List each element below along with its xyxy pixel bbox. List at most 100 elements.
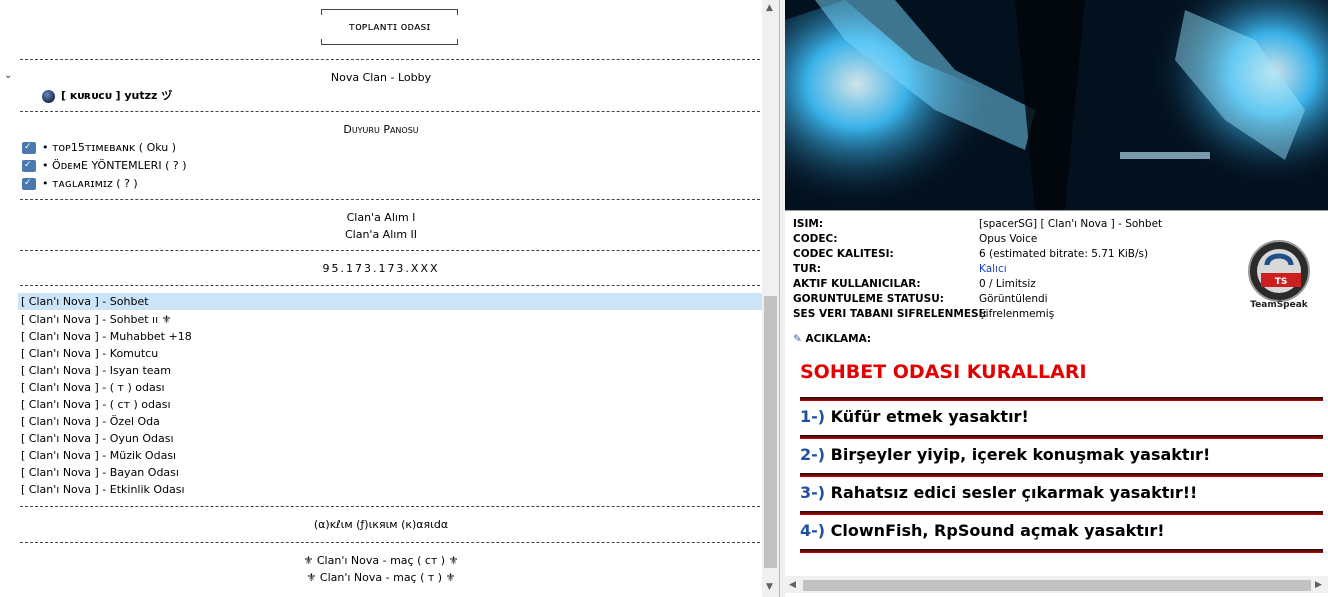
channel-duyuru-2[interactable]: • ÖᴅᴇᴍE YÖNTEMLERI ( ? ) xyxy=(22,157,779,174)
chat-icon xyxy=(22,139,36,156)
rule-number: 3-) xyxy=(800,483,826,502)
rules-title: SOHBET ODASI KURALLARI xyxy=(800,361,1087,383)
channel-alim-1[interactable]: Clan'a Alım I xyxy=(0,209,762,226)
channel-label: • ᴛᴏᴘ15ᴛɪᴍᴇʙᴀɴᴋ ( Oku ) xyxy=(42,141,177,154)
channel-item[interactable]: [ Clan'ı Nova ] - Isyan team xyxy=(21,362,779,379)
channel-ip[interactable]: 95.173.173.XXX xyxy=(0,260,762,277)
info-panel: ISIM: [spacerSG] [ Clan'ı Nova ] - Sohbet… xyxy=(785,0,1328,597)
rule-divider xyxy=(800,511,1323,515)
channel-label: [ Clan'ı Nova ] - Sohbet xyxy=(21,295,149,308)
channel-mac-t[interactable]: ⚜ Clan'ı Nova - maç ( т ) ⚜ xyxy=(0,569,762,586)
chat-icon xyxy=(22,157,36,174)
info-key: CODEC: xyxy=(793,233,838,245)
channel-label: [ Clan'ı Nova ] - ( ст ) odası xyxy=(21,398,171,411)
channel-label: Duyuru Panosu xyxy=(343,123,419,136)
info-key: AKTIF KULLANICILAR: xyxy=(793,278,921,290)
channel-info: ISIM: [spacerSG] [ Clan'ı Nova ] - Sohbet… xyxy=(785,210,1328,597)
channel-tree: ᴛᴏᴘʟᴀɴᴛɪ ᴏᴅᴀsɪ ⌄ Nova Clan - Lobby [ ᴋᴜʀ… xyxy=(0,0,780,597)
channel-item[interactable]: [ Clan'ı Nova ] - Özel Oda xyxy=(21,413,779,430)
spacer-box[interactable]: ᴛᴏᴘʟᴀɴᴛɪ ᴏᴅᴀsɪ xyxy=(321,9,458,45)
channel-item[interactable]: [ Clan'ı Nova ] - ( ст ) odası xyxy=(21,396,779,413)
channel-item[interactable]: [ Clan'ı Nova ] - ( т ) odası xyxy=(21,379,779,396)
channel-duyuru[interactable]: Duyuru Panosu xyxy=(0,121,762,138)
separator xyxy=(20,111,760,112)
separator xyxy=(20,199,760,200)
channel-label: 95.173.173.XXX xyxy=(322,262,440,275)
svg-text:TS: TS xyxy=(1275,277,1288,287)
chat-icon xyxy=(22,175,36,192)
rule-text: ClownFish, RpSound açmak yasaktır! xyxy=(830,521,1165,540)
rule-item: 1-) Küfür etmek yasaktır! xyxy=(800,397,1323,429)
channel-item[interactable]: [ Clan'ı Nova ] - Komutcu xyxy=(21,345,779,362)
rule-number: 4-) xyxy=(800,521,826,540)
info-key: SES VERI TABANI SIFRELENMESI: xyxy=(793,308,987,320)
info-value: Şifrelenmemiş xyxy=(979,308,1055,320)
info-key: GORUNTULEME STATUSU: xyxy=(793,293,944,305)
info-key: ISIM: xyxy=(793,218,824,230)
rule-text: Birşeyler yiyip, içerek konuşmak yasaktı… xyxy=(830,445,1211,464)
rule-number: 2-) xyxy=(800,445,826,464)
info-value-link[interactable]: Kalıcı xyxy=(979,262,1007,277)
channel-item[interactable]: [ Clan'ı Nova ] - Etkinlik Odası xyxy=(21,481,779,498)
scroll-right-icon[interactable]: ▶ xyxy=(1315,580,1322,590)
client-name: [ ᴋᴜʀᴜᴄᴜ ] yutzz ヅ xyxy=(61,89,173,102)
rule-divider xyxy=(800,435,1323,439)
svg-text:TeamSpeak: TeamSpeak xyxy=(1250,300,1309,310)
channel-item[interactable]: [ Clan'ı Nova ] - Sohbet ıı ⚜ xyxy=(21,311,779,328)
channel-label: Clan'a Alım II xyxy=(344,228,418,241)
channel-item[interactable]: [ Clan'ı Nova ] - Müzik Odası xyxy=(21,447,779,464)
rule-number: 1-) xyxy=(800,407,826,426)
channel-label: • ᴛᴀɢʟᴀʀɪᴍɪᴢ ( ? ) xyxy=(42,177,138,190)
channel-sohbet[interactable]: [ Clan'ı Nova ] - Sohbet xyxy=(18,293,762,310)
scroll-up-icon[interactable]: ▲ xyxy=(766,3,773,13)
rule-item: 4-) ClownFish, RpSound açmak yasaktır! xyxy=(800,511,1323,553)
channel-duyuru-3[interactable]: • ᴛᴀɢʟᴀʀɪᴍɪᴢ ( ? ) xyxy=(22,175,779,192)
channel-duyuru-1[interactable]: • ᴛᴏᴘ15ᴛɪᴍᴇʙᴀɴᴋ ( Oku ) xyxy=(22,139,779,156)
channel-label: [ Clan'ı Nova ] - Bayan Odası xyxy=(21,466,179,479)
rule-divider xyxy=(800,397,1323,401)
channel-item[interactable]: [ Clan'ı Nova ] - Muhabbet +18 xyxy=(21,328,779,345)
channel-akim[interactable]: (α)ĸℓιм (ƒ)ιкяιм (к)αяιdα xyxy=(0,516,762,533)
channel-label: Clan'a Alım I xyxy=(346,211,416,224)
channel-mac-ct[interactable]: ⚜ Clan'ı Nova - maç ( ст ) ⚜ xyxy=(0,552,762,569)
info-value: 0 / Limitsiz xyxy=(979,278,1036,290)
rule-divider xyxy=(800,549,1323,553)
channel-label: [ Clan'ı Nova ] - Muhabbet +18 xyxy=(21,330,192,343)
channel-label: • ÖᴅᴇᴍE YÖNTEMLERI ( ? ) xyxy=(42,159,187,172)
channel-item[interactable]: [ Clan'ı Nova ] - Oyun Odası xyxy=(21,430,779,447)
channel-label: ⚜ Clan'ı Nova - maç ( ст ) ⚜ xyxy=(303,554,459,567)
channel-label: [ Clan'ı Nova ] - Sohbet ıı ⚜ xyxy=(21,313,172,326)
channel-lobby[interactable]: Nova Clan - Lobby xyxy=(0,69,762,86)
channel-alim-2[interactable]: Clan'a Alım II xyxy=(0,226,762,243)
spacer-toplanti: ᴛᴏᴘʟᴀɴᴛɪ ᴏᴅᴀsɪ xyxy=(348,20,431,33)
info-value: 6 (estimated bitrate: 5.71 KiB/s) xyxy=(979,248,1149,260)
channel-label: [ Clan'ı Nova ] - Komutcu xyxy=(21,347,159,360)
scrollbar-thumb[interactable] xyxy=(764,296,777,568)
client-status-icon xyxy=(42,89,55,103)
channel-label: [ Clan'ı Nova ] - Müzik Odası xyxy=(21,449,177,462)
info-value: [spacerSG] [ Clan'ı Nova ] - Sohbet xyxy=(979,218,1163,230)
separator xyxy=(20,59,760,60)
separator xyxy=(20,250,760,251)
pencil-icon: ✎ xyxy=(793,333,802,345)
rule-divider xyxy=(800,473,1323,477)
channel-label: [ Clan'ı Nova ] - ( т ) odası xyxy=(21,381,165,394)
rule-item: 3-) Rahatsız edici sesler çıkarmak yasak… xyxy=(800,473,1323,505)
separator xyxy=(20,506,760,507)
rule-text: Küfür etmek yasaktır! xyxy=(830,407,1029,426)
info-key: CODEC KALITESI: xyxy=(793,248,894,260)
scroll-down-icon[interactable]: ▼ xyxy=(766,582,773,592)
scrollbar-thumb[interactable] xyxy=(803,580,1311,591)
channel-item[interactable]: [ Clan'ı Nova ] - Bayan Odası xyxy=(21,464,779,481)
description-label: ✎ ACIKLAMA: xyxy=(793,333,871,345)
client-row[interactable]: [ ᴋᴜʀᴜᴄᴜ ] yutzz ヅ xyxy=(42,87,779,104)
separator xyxy=(20,542,760,543)
info-value: Görüntülendi xyxy=(979,293,1048,305)
channel-label: [ Clan'ı Nova ] - Etkinlik Odası xyxy=(21,483,185,496)
channel-label: Nova Clan - Lobby xyxy=(330,71,432,84)
scroll-left-icon[interactable]: ◀ xyxy=(789,580,796,590)
banner-art xyxy=(785,0,1328,210)
info-value: Opus Voice xyxy=(979,233,1038,245)
channel-banner-image xyxy=(785,0,1328,210)
info-key: TUR: xyxy=(793,263,821,275)
